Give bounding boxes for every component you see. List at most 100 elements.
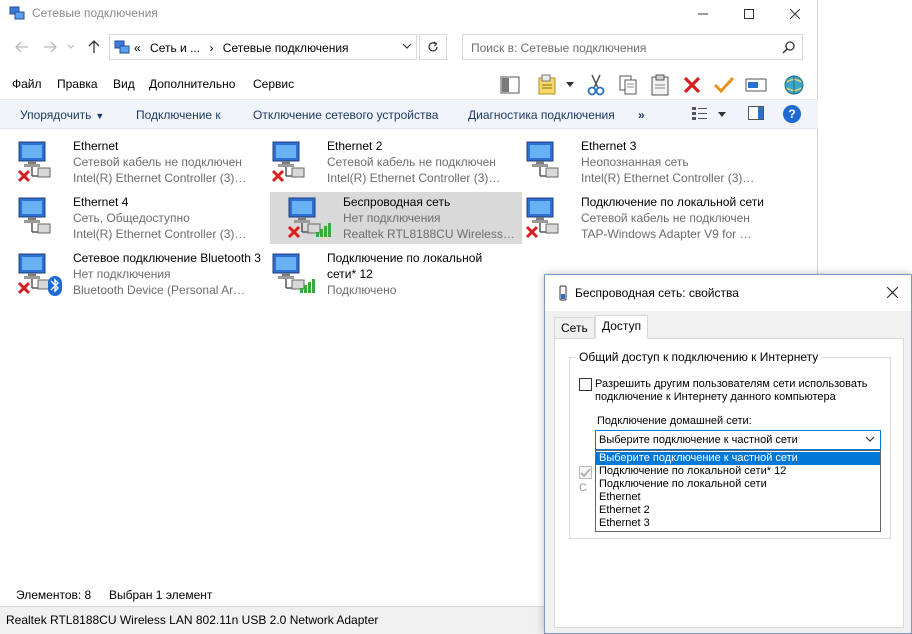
undo-checkmark-button[interactable]	[712, 73, 736, 97]
up-button[interactable]	[84, 37, 104, 57]
close-button[interactable]	[772, 0, 818, 28]
address-bar[interactable]: « Сеть и ... › Сетевые подключения	[109, 34, 417, 60]
allow-sharing-label-line1: Разрешить другим пользователям сети испо…	[595, 378, 868, 390]
breadcrumb-connections[interactable]: Сетевые подключения	[223, 41, 349, 55]
connection-device: Bluetooth Device (Personal Area ...	[73, 283, 248, 297]
arrow-left-icon	[15, 41, 28, 53]
menu-service[interactable]: Сервис	[253, 77, 294, 91]
allow-control-checkbox[interactable]	[579, 466, 592, 479]
connection-item[interactable]: Ethernet Сетевой кабель не подключен Intel…	[0, 136, 252, 188]
breadcrumb-network[interactable]: Сеть и ...	[150, 41, 200, 55]
home-network-dropdown-list: Выберите подключение к частной сети Подкл…	[595, 450, 881, 532]
items-count: Элементов: 8	[16, 588, 92, 602]
details-view-icon	[692, 107, 707, 120]
forward-button[interactable]	[40, 37, 60, 57]
network-computer-icon	[18, 197, 51, 234]
organize-button[interactable]: Упорядочить ▼	[20, 108, 104, 122]
wireless-network-icon	[272, 253, 315, 293]
connection-item[interactable]: Сетевое подключение Bluetooth 3 Нет подкл…	[0, 248, 261, 300]
connection-device: TAP-Windows Adapter V9 for Ope...	[581, 227, 756, 241]
dropdown-option[interactable]: Подключение по локальной сети* 12	[596, 465, 880, 478]
preview-pane-button[interactable]	[498, 73, 522, 97]
details-pane-button[interactable]	[748, 106, 764, 123]
connection-name: Беспроводная сеть	[343, 195, 451, 209]
delete-button[interactable]	[680, 73, 704, 97]
breadcrumb-overflow[interactable]: «	[134, 41, 141, 55]
rename-icon	[745, 78, 767, 92]
disable-device-button[interactable]: Отключение сетевого устройства	[253, 108, 438, 122]
connection-name: Ethernet	[73, 139, 119, 153]
dropdown-option[interactable]: Ethernet 2	[596, 504, 880, 517]
back-button[interactable]	[12, 37, 32, 57]
search-input[interactable]: Поиск в: Сетевые подключения	[462, 34, 803, 60]
copy-button[interactable]	[616, 73, 640, 97]
connection-item[interactable]: Подключение по локальной сети Сетевой каб…	[508, 192, 764, 244]
connection-item[interactable]: Беспроводная сеть Нет подключения Realtek …	[270, 192, 522, 244]
dialog-title: Беспроводная сеть: свойства	[575, 286, 739, 300]
diagnose-button[interactable]: Диагностика подключения	[468, 108, 615, 122]
dropdown-option[interactable]: Выберите подключение к частной сети	[596, 452, 880, 465]
menu-view[interactable]: Вид	[113, 77, 135, 91]
wifi-adapter-icon	[559, 285, 567, 301]
network-globe-button[interactable]	[782, 73, 806, 97]
wireless-properties-dialog: Беспроводная сеть: свойства Сеть Доступ …	[544, 274, 912, 634]
selection-count: Выбран 1 элемент	[109, 588, 213, 602]
connection-status: Сетевой кабель не подключен	[327, 155, 496, 169]
control-panel-icon	[114, 40, 130, 54]
caret-down-icon: ▼	[95, 111, 105, 121]
search-icon	[782, 41, 795, 54]
chevron-down-icon[interactable]	[402, 41, 412, 51]
connection-item[interactable]: Ethernet 3 Неопознанная сеть Intel(R) Ethe…	[508, 136, 760, 188]
connection-item[interactable]: Ethernet 4 Сеть, Общедоступно Intel(R) Eth…	[0, 192, 252, 244]
details-pane-icon	[748, 106, 764, 120]
command-bar: Упорядочить ▼ Подключение к Отключение се…	[0, 99, 818, 129]
maximize-icon	[744, 9, 754, 19]
connection-device: Realtek RTL8188CU Wireless LAN ...	[343, 227, 518, 241]
dropdown-option[interactable]: Ethernet	[596, 491, 880, 504]
paste-button[interactable]	[648, 73, 672, 97]
connection-item[interactable]: Ethernet 2 Сетевой кабель не подключен Int…	[254, 136, 506, 188]
properties-toolbar-button[interactable]	[536, 73, 560, 97]
allow-sharing-label-line2: подключение к Интернету данного компьюте…	[595, 391, 836, 403]
delete-x-icon	[683, 76, 701, 94]
dialog-title-bar: Беспроводная сеть: свойства	[545, 275, 911, 311]
caret-down-icon	[566, 82, 574, 87]
menu-advanced[interactable]: Дополнительно	[149, 77, 235, 91]
properties-dropdown-button[interactable]	[562, 73, 578, 97]
home-network-label: Подключение домашней сети:	[597, 415, 752, 427]
caret-down-icon	[718, 112, 726, 117]
connection-status: Сетевой кабель не подключен	[73, 155, 242, 169]
view-dropdown-button[interactable]	[718, 107, 726, 121]
breadcrumb-separator[interactable]: ›	[209, 41, 213, 55]
connection-name: Сетевое подключение Bluetooth 3	[73, 251, 261, 265]
cut-button[interactable]	[584, 73, 608, 97]
connection-name-line2: сети* 12	[327, 267, 373, 281]
navigation-bar: « Сеть и ... › Сетевые подключения Поиск…	[0, 32, 818, 62]
connection-status: Нет подключения	[343, 211, 441, 225]
allow-sharing-checkbox[interactable]	[579, 378, 592, 391]
minimize-button[interactable]	[680, 0, 726, 28]
menu-file[interactable]: Файл	[12, 77, 42, 91]
checkmark-icon	[580, 468, 591, 478]
connection-name: Ethernet 3	[581, 139, 637, 153]
tab-sharing[interactable]: Доступ	[595, 315, 649, 339]
connection-item[interactable]: Подключение по локальной сети* 12 Подключе…	[254, 248, 506, 300]
dropdown-option[interactable]: Ethernet 3	[596, 517, 880, 530]
refresh-button[interactable]	[419, 34, 447, 60]
maximize-button[interactable]	[726, 0, 772, 28]
close-icon	[790, 9, 800, 19]
rename-button[interactable]	[744, 73, 768, 97]
home-network-select[interactable]: Выберите подключение к частной сети	[595, 430, 881, 450]
tab-network[interactable]: Сеть	[554, 317, 595, 339]
connection-status: Сеть, Общедоступно	[73, 211, 190, 225]
dropdown-option[interactable]: Подключение по локальной сети	[596, 478, 880, 491]
connect-to-button[interactable]: Подключение к	[136, 108, 221, 122]
connection-name: Подключение по локальной	[327, 251, 483, 265]
more-commands-button[interactable]: »	[638, 108, 645, 122]
recent-locations-button[interactable]	[64, 37, 78, 57]
view-options-button[interactable]	[692, 106, 708, 123]
dialog-close-button[interactable]	[883, 283, 901, 301]
menu-edit[interactable]: Правка	[57, 77, 98, 91]
checkmark-icon	[713, 76, 735, 94]
help-button[interactable]: ?	[783, 105, 801, 123]
